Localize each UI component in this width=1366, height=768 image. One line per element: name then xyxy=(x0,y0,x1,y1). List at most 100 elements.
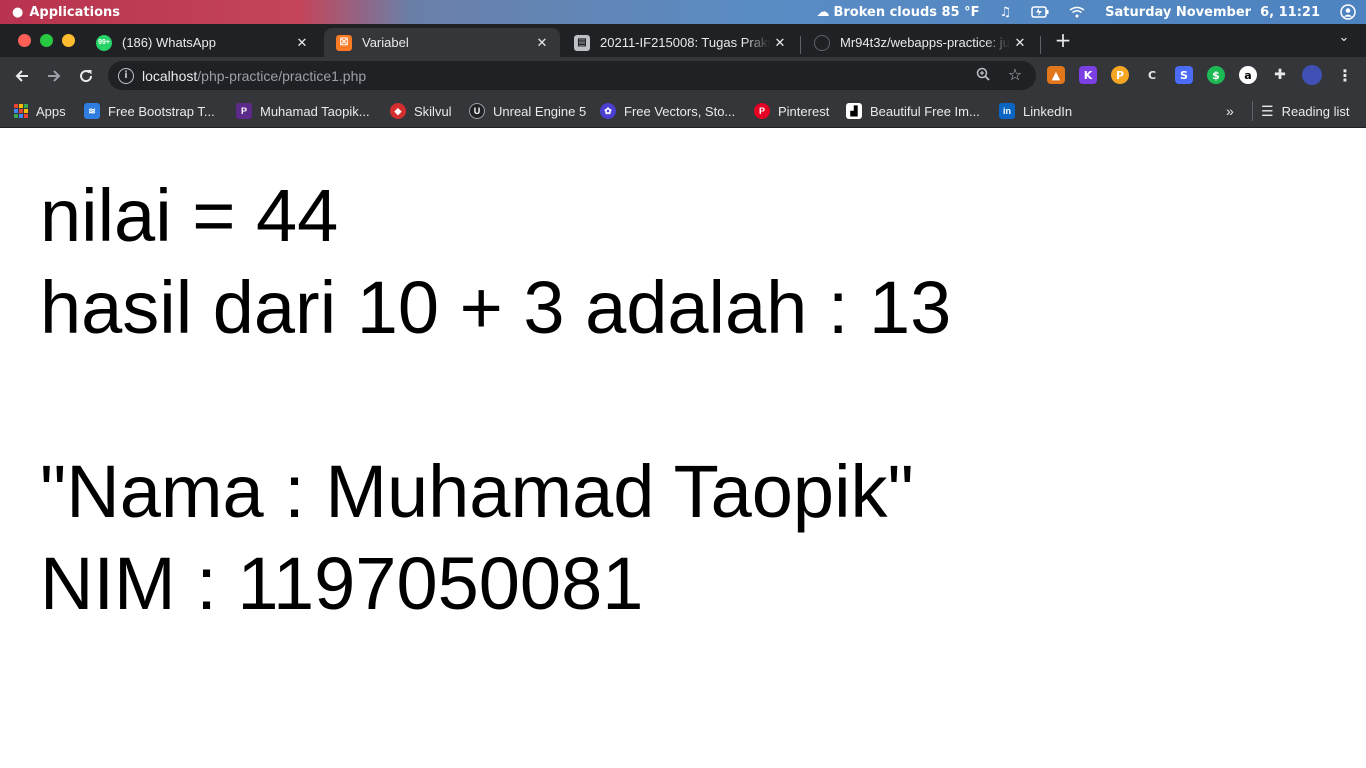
browser-toolbar: i localhost/php-practice/practice1.php ☆… xyxy=(0,57,1366,94)
bookmark-linkedin[interactable]: in LinkedIn xyxy=(999,101,1072,121)
applications-menu[interactable]: ● Applications xyxy=(0,0,120,24)
bookmark-unsplash[interactable]: ▟ Beautiful Free Im... xyxy=(846,101,980,121)
applications-label: Applications xyxy=(29,4,121,20)
close-icon[interactable]: ✕ xyxy=(1010,35,1030,51)
clock[interactable]: Saturday November 6, 11:21 xyxy=(1095,0,1330,24)
nama-output: "Nama : Muhamad Taopik" xyxy=(40,450,914,533)
s-extension-icon[interactable]: S xyxy=(1175,66,1193,84)
extensions-puzzle-icon[interactable]: ✚ xyxy=(1271,66,1289,84)
window-maximize-button[interactable] xyxy=(40,34,53,47)
os-top-bar: ● Applications ☁ Broken clouds 85 °F ♫ S… xyxy=(0,0,1366,24)
bookmark-label: Skilvul xyxy=(414,103,452,119)
bookmark-star-icon[interactable]: ☆ xyxy=(1006,65,1024,84)
whatsapp-icon: 99+ xyxy=(96,34,112,51)
bookmark-free-vectors[interactable]: ✿ Free Vectors, Sto... xyxy=(600,101,735,121)
apple-icon: ● xyxy=(12,4,24,20)
window-minimize-button[interactable] xyxy=(62,34,75,47)
forward-arrow-icon xyxy=(48,70,61,82)
weather-label: Broken clouds 85 °F xyxy=(833,4,980,20)
datetime-label: Saturday November 6, 11:21 xyxy=(1105,4,1320,20)
bookmark-apps[interactable]: Apps xyxy=(14,101,66,121)
line-break xyxy=(40,354,951,446)
tab-title: (186) WhatsApp xyxy=(122,35,216,50)
reload-icon xyxy=(80,70,93,83)
bootstrap-icon: ≋ xyxy=(84,103,100,119)
tab-title: Mr94t3z/webapps-practice: ju xyxy=(840,35,1010,50)
dollar-extension-icon[interactable]: $ xyxy=(1207,66,1225,84)
p-extension-icon[interactable]: P xyxy=(1111,66,1129,84)
tab-strip: 99+ (186) WhatsApp ✕ ☒ Variabel ✕ ▤ 2021… xyxy=(0,24,1366,57)
nim-output: NIM : 1197050081 xyxy=(40,542,644,625)
apps-grid-icon xyxy=(14,104,28,118)
close-icon[interactable]: ✕ xyxy=(532,35,552,51)
music-note-icon: ♫ xyxy=(999,4,1012,20)
bookmark-label: Free Vectors, Sto... xyxy=(624,103,736,119)
forward-button[interactable] xyxy=(42,64,66,88)
url-host: localhost xyxy=(142,67,198,84)
address-bar[interactable]: i localhost/php-practice/practice1.php ☆ xyxy=(108,61,1036,90)
close-icon[interactable]: ✕ xyxy=(292,35,312,51)
k-extension-icon[interactable]: K xyxy=(1079,66,1097,84)
tab-separator xyxy=(1040,36,1041,54)
profile-avatar[interactable] xyxy=(1302,65,1322,85)
os-status-area: ☁ Broken clouds 85 °F ♫ Saturday Novembe… xyxy=(806,0,1366,24)
bookmark-label: Muhamad Taopik... xyxy=(260,103,370,119)
pinterest-icon: P xyxy=(754,103,770,119)
skilvul-icon: ◆ xyxy=(390,103,406,119)
a-extension-icon[interactable]: a xyxy=(1239,66,1257,84)
wifi-indicator[interactable] xyxy=(1059,0,1095,24)
unsplash-icon: ▟ xyxy=(846,103,862,119)
bookmark-label: Free Bootstrap T... xyxy=(108,103,215,119)
nilai-output: nilai = 44 xyxy=(40,174,339,257)
unreal-icon: U xyxy=(469,103,485,119)
battery-icon xyxy=(1031,6,1049,18)
reading-list-button[interactable]: ☰ Reading list xyxy=(1252,101,1350,121)
menu-kebab-icon[interactable]: ⋮ xyxy=(1336,66,1354,85)
vectors-icon: ✿ xyxy=(600,103,616,119)
profile-icon: P xyxy=(236,103,252,119)
bookmark-label: Unreal Engine 5 xyxy=(493,103,587,119)
battery-indicator[interactable] xyxy=(1021,0,1059,24)
site-info-icon[interactable]: i xyxy=(118,67,134,84)
tab-title: Variabel xyxy=(362,35,409,50)
reload-button[interactable] xyxy=(74,64,98,88)
new-tab-button[interactable]: + xyxy=(1052,29,1074,51)
wifi-icon xyxy=(1069,6,1085,18)
back-arrow-icon xyxy=(15,70,28,82)
music-indicator[interactable]: ♫ xyxy=(990,0,1022,24)
linkedin-icon: in xyxy=(999,103,1015,119)
back-button[interactable] xyxy=(10,64,34,88)
reading-list-icon: ☰ xyxy=(1261,102,1274,119)
weather-indicator[interactable]: ☁ Broken clouds 85 °F xyxy=(806,0,989,24)
metamask-extension-icon[interactable]: ▲ xyxy=(1047,66,1065,84)
tab-github[interactable]: Mr94t3z/webapps-practice: ju ✕ xyxy=(802,28,1038,57)
c-extension-icon[interactable]: C xyxy=(1143,66,1161,84)
zoom-icon[interactable] xyxy=(974,67,992,85)
cloud-icon: ☁ xyxy=(816,4,830,20)
bookmarks-bar: Apps ≋ Free Bootstrap T... P Muhamad Tao… xyxy=(0,94,1366,128)
github-icon xyxy=(814,34,830,51)
bookmark-muhamad-taopik[interactable]: P Muhamad Taopik... xyxy=(236,101,370,121)
tab-separator xyxy=(800,36,801,54)
bookmark-bootstrap[interactable]: ≋ Free Bootstrap T... xyxy=(84,101,215,121)
bookmark-label: LinkedIn xyxy=(1023,103,1073,119)
bookmark-skilvul[interactable]: ◆ Skilvul xyxy=(390,101,452,121)
page-content: nilai = 44 hasil dari 10 + 3 adalah : 13… xyxy=(40,170,951,630)
tab-tugas-praktikum[interactable]: ▤ 20211-IF215008: Tugas Praktikum ✕ xyxy=(562,28,798,57)
window-close-button[interactable] xyxy=(18,34,31,47)
xampp-icon: ☒ xyxy=(336,34,352,51)
reading-list-label: Reading list xyxy=(1281,103,1350,119)
bookmark-unreal-engine[interactable]: U Unreal Engine 5 xyxy=(469,101,586,121)
user-menu[interactable] xyxy=(1330,0,1366,24)
hasil-output: hasil dari 10 + 3 adalah : 13 xyxy=(40,266,952,349)
tab-whatsapp[interactable]: 99+ (186) WhatsApp ✕ xyxy=(84,28,320,57)
tab-title: 20211-IF215008: Tugas Praktikum xyxy=(600,35,770,50)
tab-variabel[interactable]: ☒ Variabel ✕ xyxy=(324,28,560,57)
url-path: /php-practice/practice1.php xyxy=(197,67,367,84)
user-icon xyxy=(1340,4,1356,20)
tab-search-chevron-icon[interactable]: ⌄ xyxy=(1334,30,1354,45)
close-icon[interactable]: ✕ xyxy=(770,35,790,51)
bookmark-label: Beautiful Free Im... xyxy=(870,103,980,119)
bookmarks-overflow-button[interactable]: » xyxy=(1226,101,1234,121)
bookmark-pinterest[interactable]: P Pinterest xyxy=(754,101,829,121)
